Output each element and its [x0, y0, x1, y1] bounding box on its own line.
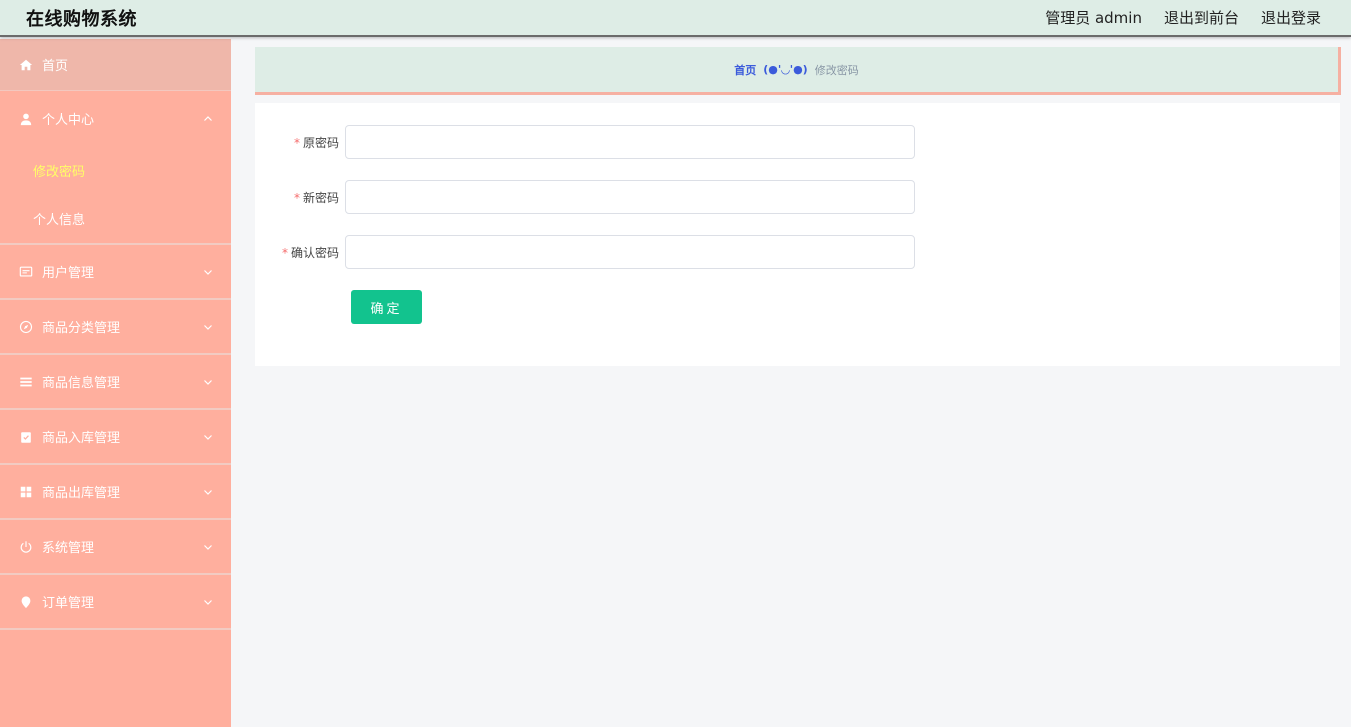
sidebar-item-category-management[interactable]: 商品分类管理	[0, 300, 231, 355]
new-password-input[interactable]	[345, 180, 915, 214]
sidebar-item-label: 商品信息管理	[42, 376, 121, 391]
chevron-down-icon	[204, 544, 212, 550]
header-actions: 管理员 admin 退出到前台 退出登录	[1045, 7, 1321, 28]
chevron-down-icon	[204, 269, 212, 275]
sidebar-item-stock-out-management[interactable]: 商品出库管理	[0, 465, 231, 520]
logout-link[interactable]: 退出登录	[1261, 7, 1321, 28]
home-icon	[18, 57, 34, 73]
compass-icon	[18, 319, 34, 335]
breadcrumb-separator: (●'◡'●)	[763, 63, 808, 76]
breadcrumb-home-link[interactable]: 首页	[734, 62, 756, 78]
sidebar-item-personal-center[interactable]: 个人中心	[0, 91, 231, 146]
confirm-password-row: * 确认密码	[255, 235, 915, 269]
sidebar-item-change-password[interactable]: 修改密码	[0, 146, 231, 194]
message-icon	[18, 264, 34, 280]
exit-to-frontend-link[interactable]: 退出到前台	[1164, 7, 1239, 28]
sidebar-item-label: 个人中心	[42, 113, 95, 128]
old-password-row: * 原密码	[255, 125, 915, 159]
sidebar-item-stock-in-management[interactable]: 商品入库管理	[0, 410, 231, 465]
change-password-form: * 原密码 * 新密码 * 确认密码 确定	[255, 103, 1340, 366]
sidebar: 首页 个人中心 修改密码 个人信息 用户管理 商品分类管理 商品信息管理 商品入…	[0, 39, 231, 727]
required-mark: *	[293, 190, 300, 205]
sidebar-item-label: 用户管理	[42, 266, 95, 281]
sidebar-item-label: 订单管理	[42, 596, 95, 611]
sidebar-item-label: 商品入库管理	[42, 431, 121, 446]
new-password-row: * 新密码	[255, 180, 915, 214]
sidebar-item-user-management[interactable]: 用户管理	[0, 245, 231, 300]
location-pin-icon	[18, 594, 34, 610]
required-mark: *	[281, 245, 288, 260]
old-password-label: * 原密码	[293, 135, 339, 150]
sidebar-item-home[interactable]: 首页	[0, 39, 231, 91]
sidebar-item-label: 系统管理	[42, 541, 95, 556]
sidebar-item-label: 商品出库管理	[42, 486, 121, 501]
breadcrumb-current: 修改密码	[814, 63, 859, 77]
app-title: 在线购物系统	[26, 8, 137, 30]
current-user: 管理员 admin	[1045, 9, 1142, 27]
clipboard-icon	[18, 429, 34, 445]
top-header: 在线购物系统 管理员 admin 退出到前台 退出登录	[0, 0, 1351, 37]
sidebar-item-order-management[interactable]: 订单管理	[0, 575, 231, 630]
confirm-button[interactable]: 确定	[351, 290, 422, 324]
sidebar-item-system-management[interactable]: 系统管理	[0, 520, 231, 575]
sidebar-item-product-management[interactable]: 商品信息管理	[0, 355, 231, 410]
personal-center-submenu: 修改密码 个人信息	[0, 146, 231, 245]
chevron-down-icon	[204, 324, 212, 330]
confirm-password-input[interactable]	[345, 235, 915, 269]
new-password-label: * 新密码	[293, 190, 339, 205]
required-mark: *	[293, 135, 300, 150]
chevron-down-icon	[204, 379, 212, 385]
list-icon	[18, 374, 34, 390]
power-icon	[18, 539, 34, 555]
user-icon	[18, 111, 34, 127]
chevron-down-icon	[204, 599, 212, 605]
chevron-up-icon	[204, 115, 212, 121]
breadcrumb: 首页 (●'◡'●) 修改密码	[255, 47, 1341, 95]
old-password-input[interactable]	[345, 125, 915, 159]
grid-icon	[18, 484, 34, 500]
chevron-down-icon	[204, 489, 212, 495]
sidebar-item-label: 首页	[42, 59, 69, 74]
confirm-password-label: * 确认密码	[281, 245, 339, 260]
sidebar-item-profile[interactable]: 个人信息	[0, 194, 231, 243]
sidebar-item-label: 商品分类管理	[42, 321, 121, 336]
chevron-down-icon	[204, 434, 212, 440]
